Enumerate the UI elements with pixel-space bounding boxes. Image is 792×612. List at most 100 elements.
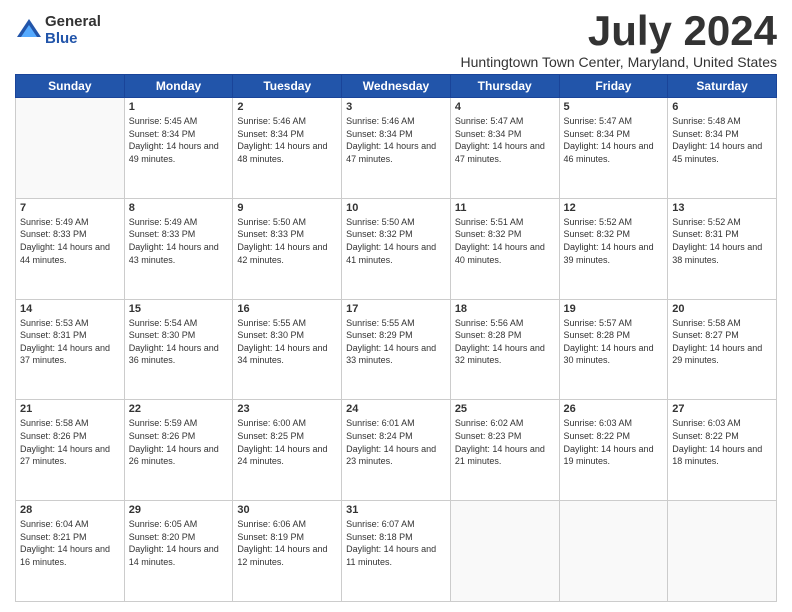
day-cell [16, 98, 125, 199]
week-row-2: 7 Sunrise: 5:49 AMSunset: 8:33 PMDaylight… [16, 198, 777, 299]
day-cell: 8 Sunrise: 5:49 AMSunset: 8:33 PMDaylight… [124, 198, 233, 299]
logo-text: General Blue [45, 14, 101, 47]
day-number: 3 [346, 101, 446, 113]
day-number: 22 [129, 403, 229, 415]
day-info: Sunrise: 5:55 AMSunset: 8:30 PMDaylight:… [237, 317, 337, 367]
col-header-wednesday: Wednesday [342, 75, 451, 98]
day-number: 10 [346, 202, 446, 214]
day-info: Sunrise: 5:49 AMSunset: 8:33 PMDaylight:… [129, 216, 229, 266]
day-cell: 23Sunrise: 6:00 AMSunset: 8:25 PMDayligh… [233, 400, 342, 501]
day-number: 27 [672, 403, 772, 415]
day-info: Sunrise: 5:47 AMSunset: 8:34 PMDaylight:… [564, 115, 664, 165]
day-number: 12 [564, 202, 664, 214]
day-info: Sunrise: 6:01 AMSunset: 8:24 PMDaylight:… [346, 417, 446, 467]
day-number: 1 [129, 101, 229, 113]
day-info: Sunrise: 5:47 AMSunset: 8:34 PMDaylight:… [455, 115, 555, 165]
col-header-saturday: Saturday [668, 75, 777, 98]
week-row-1: 1 Sunrise: 5:45 AMSunset: 8:34 PMDaylight… [16, 98, 777, 199]
day-cell: 11 Sunrise: 5:51 AMSunset: 8:32 PMDayligh… [450, 198, 559, 299]
day-info: Sunrise: 5:55 AMSunset: 8:29 PMDaylight:… [346, 317, 446, 367]
day-info: Sunrise: 6:03 AMSunset: 8:22 PMDaylight:… [564, 417, 664, 467]
day-cell: 19Sunrise: 5:57 AMSunset: 8:28 PMDayligh… [559, 299, 668, 400]
day-cell [450, 501, 559, 602]
day-info: Sunrise: 5:53 AMSunset: 8:31 PMDaylight:… [20, 317, 120, 367]
header: General Blue July 2024 Huntingtown Town … [15, 10, 777, 70]
day-number: 18 [455, 303, 555, 315]
day-number: 8 [129, 202, 229, 214]
day-info: Sunrise: 5:50 AMSunset: 8:33 PMDaylight:… [237, 216, 337, 266]
day-cell: 22 Sunrise: 5:59 AMSunset: 8:26 PMDayligh… [124, 400, 233, 501]
day-number: 19 [564, 303, 664, 315]
day-info: Sunrise: 6:03 AMSunset: 8:22 PMDaylight:… [672, 417, 772, 467]
logo-blue: Blue [45, 31, 101, 48]
day-cell: 16Sunrise: 5:55 AMSunset: 8:30 PMDayligh… [233, 299, 342, 400]
day-number: 7 [20, 202, 120, 214]
day-cell: 12 Sunrise: 5:52 AMSunset: 8:32 PMDayligh… [559, 198, 668, 299]
day-number: 4 [455, 101, 555, 113]
day-info: Sunrise: 5:46 AMSunset: 8:34 PMDaylight:… [346, 115, 446, 165]
day-info: Sunrise: 5:51 AMSunset: 8:32 PMDaylight:… [455, 216, 555, 266]
day-cell: 4 Sunrise: 5:47 AMSunset: 8:34 PMDaylight… [450, 98, 559, 199]
day-cell: 30Sunrise: 6:06 AMSunset: 8:19 PMDayligh… [233, 501, 342, 602]
day-number: 15 [129, 303, 229, 315]
day-info: Sunrise: 5:58 AMSunset: 8:27 PMDaylight:… [672, 317, 772, 367]
day-info: Sunrise: 5:58 AMSunset: 8:26 PMDaylight:… [20, 417, 120, 467]
day-number: 24 [346, 403, 446, 415]
day-info: Sunrise: 5:48 AMSunset: 8:34 PMDaylight:… [672, 115, 772, 165]
day-info: Sunrise: 6:00 AMSunset: 8:25 PMDaylight:… [237, 417, 337, 467]
logo-icon [15, 17, 43, 45]
day-cell: 7 Sunrise: 5:49 AMSunset: 8:33 PMDaylight… [16, 198, 125, 299]
day-cell: 20 Sunrise: 5:58 AMSunset: 8:27 PMDayligh… [668, 299, 777, 400]
col-header-friday: Friday [559, 75, 668, 98]
day-cell: 2 Sunrise: 5:46 AMSunset: 8:34 PMDaylight… [233, 98, 342, 199]
day-info: Sunrise: 6:05 AMSunset: 8:20 PMDaylight:… [129, 518, 229, 568]
day-info: Sunrise: 5:54 AMSunset: 8:30 PMDaylight:… [129, 317, 229, 367]
day-info: Sunrise: 6:02 AMSunset: 8:23 PMDaylight:… [455, 417, 555, 467]
day-number: 21 [20, 403, 120, 415]
day-number: 14 [20, 303, 120, 315]
day-cell: 17 Sunrise: 5:55 AMSunset: 8:29 PMDayligh… [342, 299, 451, 400]
day-cell: 28Sunrise: 6:04 AMSunset: 8:21 PMDayligh… [16, 501, 125, 602]
day-cell: 21 Sunrise: 5:58 AMSunset: 8:26 PMDayligh… [16, 400, 125, 501]
day-number: 2 [237, 101, 337, 113]
location: Huntingtown Town Center, Maryland, Unite… [461, 54, 777, 70]
day-cell: 6 Sunrise: 5:48 AMSunset: 8:34 PMDaylight… [668, 98, 777, 199]
day-cell: 3 Sunrise: 5:46 AMSunset: 8:34 PMDaylight… [342, 98, 451, 199]
day-number: 28 [20, 504, 120, 516]
day-cell: 1 Sunrise: 5:45 AMSunset: 8:34 PMDaylight… [124, 98, 233, 199]
day-cell: 29Sunrise: 6:05 AMSunset: 8:20 PMDayligh… [124, 501, 233, 602]
day-cell [559, 501, 668, 602]
day-info: Sunrise: 5:59 AMSunset: 8:26 PMDaylight:… [129, 417, 229, 467]
day-info: Sunrise: 5:45 AMSunset: 8:34 PMDaylight:… [129, 115, 229, 165]
day-number: 5 [564, 101, 664, 113]
day-info: Sunrise: 5:46 AMSunset: 8:34 PMDaylight:… [237, 115, 337, 165]
day-number: 20 [672, 303, 772, 315]
day-number: 17 [346, 303, 446, 315]
day-info: Sunrise: 5:49 AMSunset: 8:33 PMDaylight:… [20, 216, 120, 266]
logo: General Blue [15, 14, 101, 47]
page: General Blue July 2024 Huntingtown Town … [0, 0, 792, 612]
day-cell: 9 Sunrise: 5:50 AMSunset: 8:33 PMDaylight… [233, 198, 342, 299]
day-info: Sunrise: 5:52 AMSunset: 8:31 PMDaylight:… [672, 216, 772, 266]
week-row-5: 28Sunrise: 6:04 AMSunset: 8:21 PMDayligh… [16, 501, 777, 602]
day-cell: 18 Sunrise: 5:56 AMSunset: 8:28 PMDayligh… [450, 299, 559, 400]
day-info: Sunrise: 6:07 AMSunset: 8:18 PMDaylight:… [346, 518, 446, 568]
title-area: July 2024 Huntingtown Town Center, Maryl… [461, 10, 777, 70]
day-info: Sunrise: 5:52 AMSunset: 8:32 PMDaylight:… [564, 216, 664, 266]
col-header-tuesday: Tuesday [233, 75, 342, 98]
week-row-4: 21 Sunrise: 5:58 AMSunset: 8:26 PMDayligh… [16, 400, 777, 501]
day-number: 30 [237, 504, 337, 516]
day-number: 9 [237, 202, 337, 214]
col-header-monday: Monday [124, 75, 233, 98]
month-title: July 2024 [461, 10, 777, 52]
day-cell: 15 Sunrise: 5:54 AMSunset: 8:30 PMDayligh… [124, 299, 233, 400]
day-number: 6 [672, 101, 772, 113]
day-cell: 27 Sunrise: 6:03 AMSunset: 8:22 PMDayligh… [668, 400, 777, 501]
day-cell: 26Sunrise: 6:03 AMSunset: 8:22 PMDayligh… [559, 400, 668, 501]
day-info: Sunrise: 5:56 AMSunset: 8:28 PMDaylight:… [455, 317, 555, 367]
day-cell: 31Sunrise: 6:07 AMSunset: 8:18 PMDayligh… [342, 501, 451, 602]
day-number: 11 [455, 202, 555, 214]
col-header-sunday: Sunday [16, 75, 125, 98]
day-cell: 5 Sunrise: 5:47 AMSunset: 8:34 PMDaylight… [559, 98, 668, 199]
calendar-table: SundayMondayTuesdayWednesdayThursdayFrid… [15, 74, 777, 602]
